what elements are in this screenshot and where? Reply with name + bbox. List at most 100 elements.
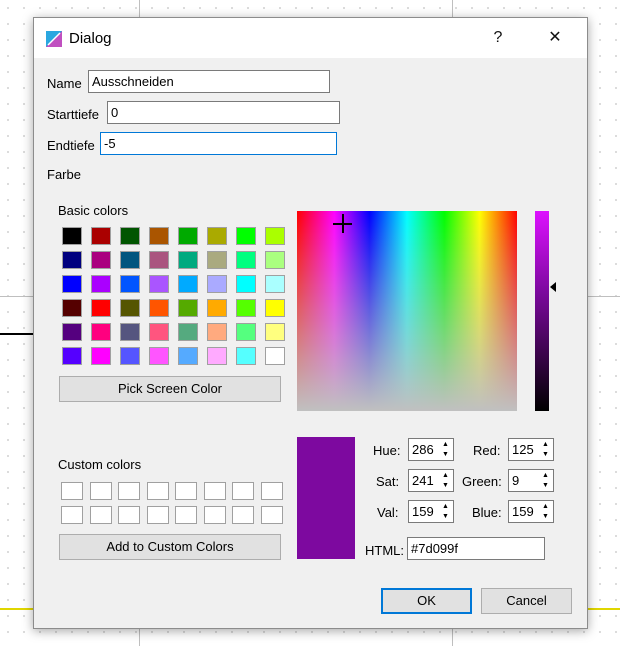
basic-color-swatch[interactable] — [149, 347, 169, 365]
basic-color-swatch[interactable] — [236, 251, 256, 269]
close-button[interactable]: ✕ — [543, 27, 567, 49]
custom-color-slot[interactable] — [260, 506, 283, 524]
basic-color-swatch[interactable] — [62, 323, 82, 341]
basic-color-swatch[interactable] — [149, 251, 169, 269]
val-spinbox[interactable]: 159 ▲ ▼ — [408, 500, 454, 523]
basic-color-swatch[interactable] — [120, 347, 140, 365]
basic-color-swatch[interactable] — [207, 227, 227, 245]
sat-spinbox[interactable]: 241 ▲ ▼ — [408, 469, 454, 492]
spin-up-icon[interactable]: ▲ — [439, 471, 452, 480]
basic-color-swatch[interactable] — [265, 347, 285, 365]
basic-color-swatch[interactable] — [207, 275, 227, 293]
spin-down-icon[interactable]: ▼ — [439, 481, 452, 490]
basic-color-swatch[interactable] — [265, 227, 285, 245]
basic-color-swatch[interactable] — [120, 275, 140, 293]
basic-color-swatch[interactable] — [265, 275, 285, 293]
custom-color-slot[interactable] — [118, 506, 140, 524]
basic-color-swatch[interactable] — [207, 347, 227, 365]
custom-color-slot[interactable] — [146, 482, 169, 500]
cancel-button[interactable]: Cancel — [481, 588, 572, 614]
custom-color-slot[interactable] — [232, 482, 254, 500]
basic-color-swatch[interactable] — [236, 347, 256, 365]
basic-color-swatch[interactable] — [178, 275, 198, 293]
basic-color-swatch[interactable] — [178, 299, 198, 317]
spin-down-icon[interactable]: ▼ — [539, 481, 552, 490]
basic-color-swatch[interactable] — [178, 227, 198, 245]
basic-color-swatch[interactable] — [178, 251, 198, 269]
basic-color-swatch[interactable] — [265, 323, 285, 341]
basic-color-swatch[interactable] — [265, 251, 285, 269]
spin-up-icon[interactable]: ▲ — [439, 440, 452, 449]
basic-color-swatch[interactable] — [207, 323, 227, 341]
spin-up-icon[interactable]: ▲ — [539, 471, 552, 480]
basic-color-swatch[interactable] — [120, 323, 140, 341]
basic-color-swatch[interactable] — [207, 251, 227, 269]
basic-color-swatch[interactable] — [149, 227, 169, 245]
blue-spinbox[interactable]: 159 ▲ ▼ — [508, 500, 554, 523]
custom-color-slot[interactable] — [89, 506, 112, 524]
background-line — [0, 333, 33, 335]
custom-color-slot[interactable] — [89, 482, 112, 500]
html-label: HTML: — [365, 543, 404, 558]
ok-button[interactable]: OK — [381, 588, 472, 614]
basic-color-swatch[interactable] — [62, 275, 82, 293]
green-label: Green: — [462, 474, 502, 489]
basic-color-swatch[interactable] — [236, 227, 256, 245]
basic-color-swatch[interactable] — [62, 251, 82, 269]
spin-down-icon[interactable]: ▼ — [539, 512, 552, 521]
basic-color-swatch[interactable] — [207, 299, 227, 317]
pick-screen-color-button[interactable]: Pick Screen Color — [59, 376, 281, 402]
custom-color-slot[interactable] — [118, 482, 140, 500]
basic-color-swatch[interactable] — [91, 227, 111, 245]
hue-spinbox[interactable]: 286 ▲ ▼ — [408, 438, 454, 461]
custom-color-slot[interactable] — [232, 506, 254, 524]
spin-up-icon[interactable]: ▲ — [539, 502, 552, 511]
basic-color-swatch[interactable] — [62, 299, 82, 317]
basic-color-swatch[interactable] — [91, 347, 111, 365]
basic-color-swatch[interactable] — [91, 323, 111, 341]
custom-color-slot[interactable] — [203, 482, 226, 500]
basic-color-swatch[interactable] — [149, 323, 169, 341]
custom-color-slot[interactable] — [61, 506, 83, 524]
hue-value: 286 — [412, 442, 434, 457]
basic-color-swatch[interactable] — [236, 323, 256, 341]
help-button[interactable]: ? — [486, 27, 510, 49]
basic-color-swatch[interactable] — [120, 299, 140, 317]
basic-color-swatch[interactable] — [178, 323, 198, 341]
spin-up-icon[interactable]: ▲ — [439, 502, 452, 511]
basic-color-swatch[interactable] — [149, 299, 169, 317]
color-spectrum[interactable] — [297, 211, 517, 411]
name-input[interactable] — [88, 70, 330, 93]
basic-color-swatch[interactable] — [265, 299, 285, 317]
html-color-input[interactable] — [407, 537, 545, 560]
spin-up-icon[interactable]: ▲ — [539, 440, 552, 449]
basic-color-swatch[interactable] — [236, 299, 256, 317]
basic-color-swatch[interactable] — [91, 299, 111, 317]
custom-color-slot[interactable] — [175, 482, 197, 500]
red-spinbox[interactable]: 125 ▲ ▼ — [508, 438, 554, 461]
custom-color-slot[interactable] — [175, 506, 197, 524]
custom-color-slot[interactable] — [260, 482, 283, 500]
spin-down-icon[interactable]: ▼ — [439, 512, 452, 521]
custom-color-slot[interactable] — [61, 482, 83, 500]
basic-color-swatch[interactable] — [62, 227, 82, 245]
luminance-slider[interactable] — [535, 211, 549, 411]
start-depth-input[interactable] — [107, 101, 340, 124]
custom-color-slot[interactable] — [146, 506, 169, 524]
basic-color-swatch[interactable] — [178, 347, 198, 365]
custom-color-slot[interactable] — [203, 506, 226, 524]
spin-down-icon[interactable]: ▼ — [439, 450, 452, 459]
basic-color-swatch[interactable] — [120, 251, 140, 269]
basic-color-swatch[interactable] — [91, 251, 111, 269]
add-to-custom-colors-button[interactable]: Add to Custom Colors — [59, 534, 281, 560]
basic-color-swatch[interactable] — [120, 227, 140, 245]
basic-color-swatch[interactable] — [149, 275, 169, 293]
basic-color-swatch[interactable] — [236, 275, 256, 293]
luminance-pointer-icon[interactable] — [550, 282, 556, 292]
green-spinbox[interactable]: 9 ▲ ▼ — [508, 469, 554, 492]
spin-down-icon[interactable]: ▼ — [539, 450, 552, 459]
end-depth-input[interactable] — [100, 132, 337, 155]
basic-color-swatch[interactable] — [91, 275, 111, 293]
blue-label: Blue: — [472, 505, 502, 520]
basic-color-swatch[interactable] — [62, 347, 82, 365]
